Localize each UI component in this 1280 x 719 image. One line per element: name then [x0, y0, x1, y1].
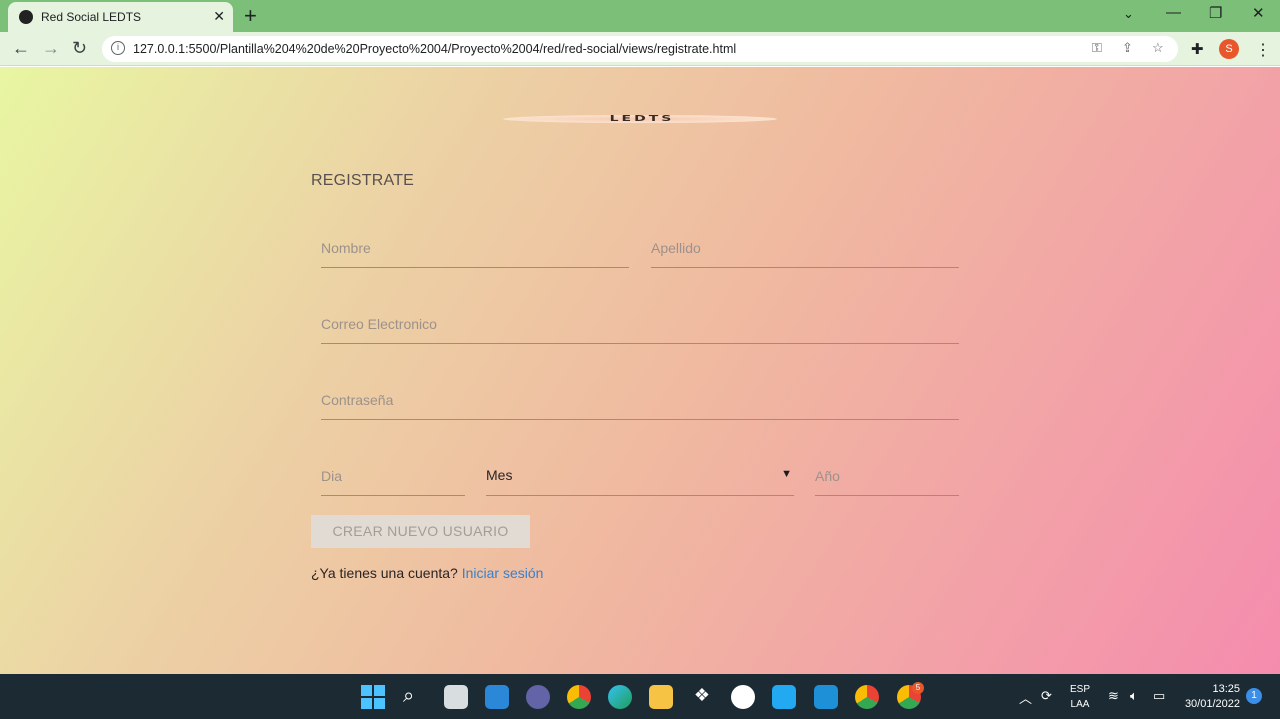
url-text[interactable]: 127.0.0.1:5500/Plantilla%204%20de%20Proy…: [133, 42, 736, 56]
login-prompt-text: ¿Ya tienes una cuenta?: [311, 565, 458, 581]
lang-bottom[interactable]: LAA: [1068, 699, 1092, 710]
back-arrow-icon[interactable]: ←: [12, 38, 30, 59]
extensions-puzzle-icon[interactable]: ✚: [1191, 40, 1204, 58]
login-prompt-line: ¿Ya tienes una cuenta? Iniciar sesión: [311, 565, 543, 581]
chat-icon[interactable]: [526, 685, 550, 709]
tab-close-icon[interactable]: ✕: [213, 8, 225, 25]
window-close-icon[interactable]: ✕: [1252, 4, 1265, 22]
logo-text: LEDTS: [609, 114, 675, 124]
year-placeholder: Año: [815, 468, 840, 484]
dropdown-arrow-icon: ▼: [781, 468, 792, 480]
unity-icon[interactable]: [731, 685, 755, 709]
edge-icon[interactable]: [608, 685, 632, 709]
start-windows-icon[interactable]: [361, 685, 385, 709]
globe-icon: [19, 10, 33, 24]
logo: LEDTS: [503, 111, 777, 127]
month-selected-value: Mes: [486, 467, 513, 483]
new-tab-button[interactable]: +: [244, 3, 257, 29]
notification-badge[interactable]: 1: [1246, 688, 1262, 704]
file-explorer-icon[interactable]: [649, 685, 673, 709]
profile-avatar[interactable]: S: [1219, 39, 1239, 59]
browser-tab-strip: Red Social LEDTS ✕ + ⌄ — ❐ ✕: [0, 0, 1280, 32]
chrome-icon[interactable]: [567, 685, 591, 709]
lang-top[interactable]: ESP: [1068, 684, 1092, 695]
minimize-icon[interactable]: —: [1166, 4, 1181, 21]
search-icon[interactable]: ⌕: [403, 685, 427, 709]
browser-toolbar: ← → ↻ i 127.0.0.1:5500/Plantilla%204%20d…: [0, 32, 1280, 66]
menu-dots-icon[interactable]: ⋮: [1255, 40, 1271, 60]
clock-date[interactable]: 30/01/2022: [1180, 698, 1240, 710]
vscode-icon[interactable]: [772, 685, 796, 709]
chrome-badge: 5: [912, 682, 924, 694]
task-view-icon[interactable]: [444, 685, 468, 709]
chrome-profile-icon[interactable]: [855, 685, 879, 709]
tab-title: Red Social LEDTS: [41, 10, 142, 24]
share-icon[interactable]: ⇪: [1122, 40, 1133, 56]
battery-icon[interactable]: ▭: [1153, 688, 1165, 704]
nombre-placeholder: Nombre: [321, 240, 371, 256]
address-bar[interactable]: i 127.0.0.1:5500/Plantilla%204%20de%20Pr…: [102, 36, 1178, 62]
windows-taskbar: ⌕ ❖ 5 ︿ ⟳ ESP LAA ≋ 🔈︎ ▭ 13:25 30/01/202…: [0, 674, 1280, 719]
registration-page: LEDTS REGISTRATE Nombre Apellido Correo …: [0, 67, 1280, 674]
apellido-placeholder: Apellido: [651, 240, 701, 256]
page-title: REGISTRATE: [311, 172, 415, 189]
create-user-button[interactable]: CREAR NUEVO USUARIO: [311, 515, 530, 548]
password-field[interactable]: Contraseña: [321, 384, 959, 420]
dropbox-icon[interactable]: ❖: [690, 685, 714, 709]
widgets-icon[interactable]: [485, 685, 509, 709]
month-select[interactable]: Mes ▼: [486, 460, 794, 496]
day-placeholder: Dia: [321, 468, 343, 484]
login-link[interactable]: Iniciar sesión: [462, 565, 544, 581]
clock-time[interactable]: 13:25: [1180, 683, 1240, 695]
tray-chevron-icon[interactable]: ︿: [1019, 688, 1032, 707]
email-field[interactable]: Correo Electronico: [321, 308, 959, 344]
apellido-field[interactable]: Apellido: [651, 232, 959, 268]
mail-icon[interactable]: [814, 685, 838, 709]
restore-icon[interactable]: ❐: [1209, 4, 1222, 22]
reload-icon[interactable]: ↻: [72, 38, 87, 59]
tab-search-icon[interactable]: ⌄: [1123, 6, 1134, 22]
email-placeholder: Correo Electronico: [321, 316, 437, 332]
forward-arrow-icon[interactable]: →: [42, 38, 60, 59]
password-placeholder: Contraseña: [321, 392, 394, 408]
nombre-field[interactable]: Nombre: [321, 232, 629, 268]
day-field[interactable]: Dia: [321, 460, 465, 496]
site-info-icon[interactable]: i: [111, 41, 125, 55]
browser-tab-active[interactable]: Red Social LEDTS ✕: [8, 2, 233, 32]
volume-icon[interactable]: 🔈︎: [1130, 688, 1138, 704]
key-icon[interactable]: ⚿: [1092, 40, 1102, 56]
year-field[interactable]: Año: [815, 460, 959, 496]
bookmark-star-icon[interactable]: ☆: [1152, 40, 1164, 56]
wifi-icon[interactable]: ≋: [1108, 688, 1119, 704]
sync-icon[interactable]: ⟳: [1041, 688, 1052, 704]
